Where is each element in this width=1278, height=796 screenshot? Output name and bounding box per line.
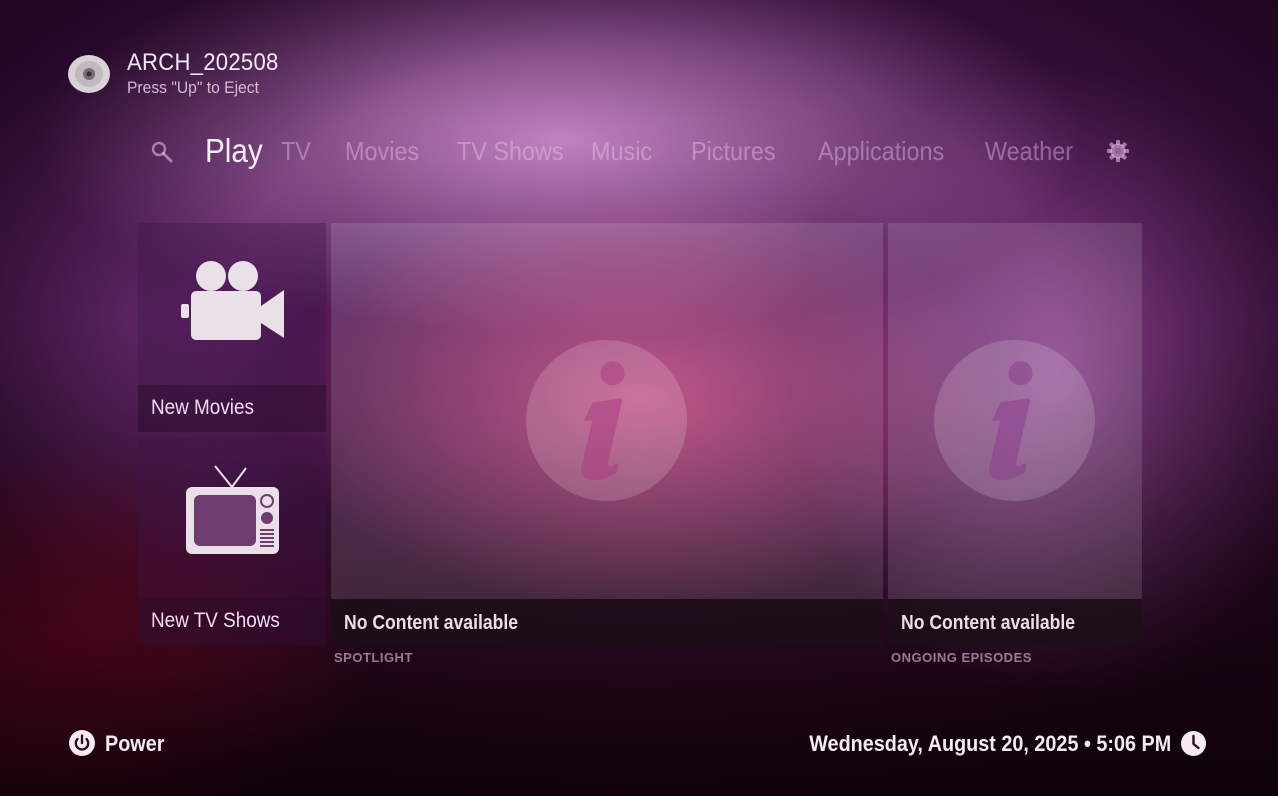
clock-icon bbox=[1181, 731, 1206, 756]
new-movies-label: New Movies bbox=[151, 396, 254, 419]
ongoing-episodes-caption: ONGOING EPISODES bbox=[891, 650, 1032, 665]
disc-icon[interactable] bbox=[68, 55, 110, 93]
new-tv-shows-tile[interactable]: New TV Shows bbox=[138, 437, 326, 645]
search-icon[interactable] bbox=[150, 140, 174, 164]
new-tv-shows-label: New TV Shows bbox=[151, 609, 280, 632]
spotlight-label: No Content available bbox=[344, 612, 519, 634]
power-button[interactable]: Power bbox=[105, 731, 164, 757]
new-movies-tile[interactable]: New Movies bbox=[138, 223, 326, 432]
date-time: Wednesday, August 20, 2025 • 5:06 PM bbox=[808, 731, 1171, 756]
ongoing-episodes-tile[interactable]: No Content available bbox=[888, 223, 1142, 646]
spotlight-tile[interactable]: No Content available bbox=[331, 223, 883, 646]
power-icon[interactable] bbox=[69, 730, 95, 756]
disc-title: ARCH_202508 bbox=[127, 49, 279, 76]
nav-item-movies[interactable]: Movies bbox=[345, 136, 419, 167]
info-icon bbox=[526, 340, 687, 501]
eject-hint: Press "Up" to Eject bbox=[127, 78, 259, 97]
nav-item-applications[interactable]: Applications bbox=[818, 136, 944, 167]
movie-camera-icon bbox=[181, 261, 284, 340]
info-icon bbox=[934, 340, 1095, 501]
nav-item-weather[interactable]: Weather bbox=[985, 136, 1073, 167]
nav-item-play[interactable]: Play bbox=[205, 132, 263, 170]
nav-item-tv[interactable]: TV bbox=[281, 136, 311, 167]
nav-item-pictures[interactable]: Pictures bbox=[691, 136, 776, 167]
spotlight-caption: SPOTLIGHT bbox=[334, 650, 413, 665]
ongoing-episodes-label: No Content available bbox=[901, 612, 1076, 634]
television-icon bbox=[186, 465, 279, 554]
nav-item-tv-shows[interactable]: TV Shows bbox=[457, 136, 564, 167]
nav-item-music[interactable]: Music bbox=[591, 136, 652, 167]
gear-icon[interactable] bbox=[1106, 139, 1130, 163]
